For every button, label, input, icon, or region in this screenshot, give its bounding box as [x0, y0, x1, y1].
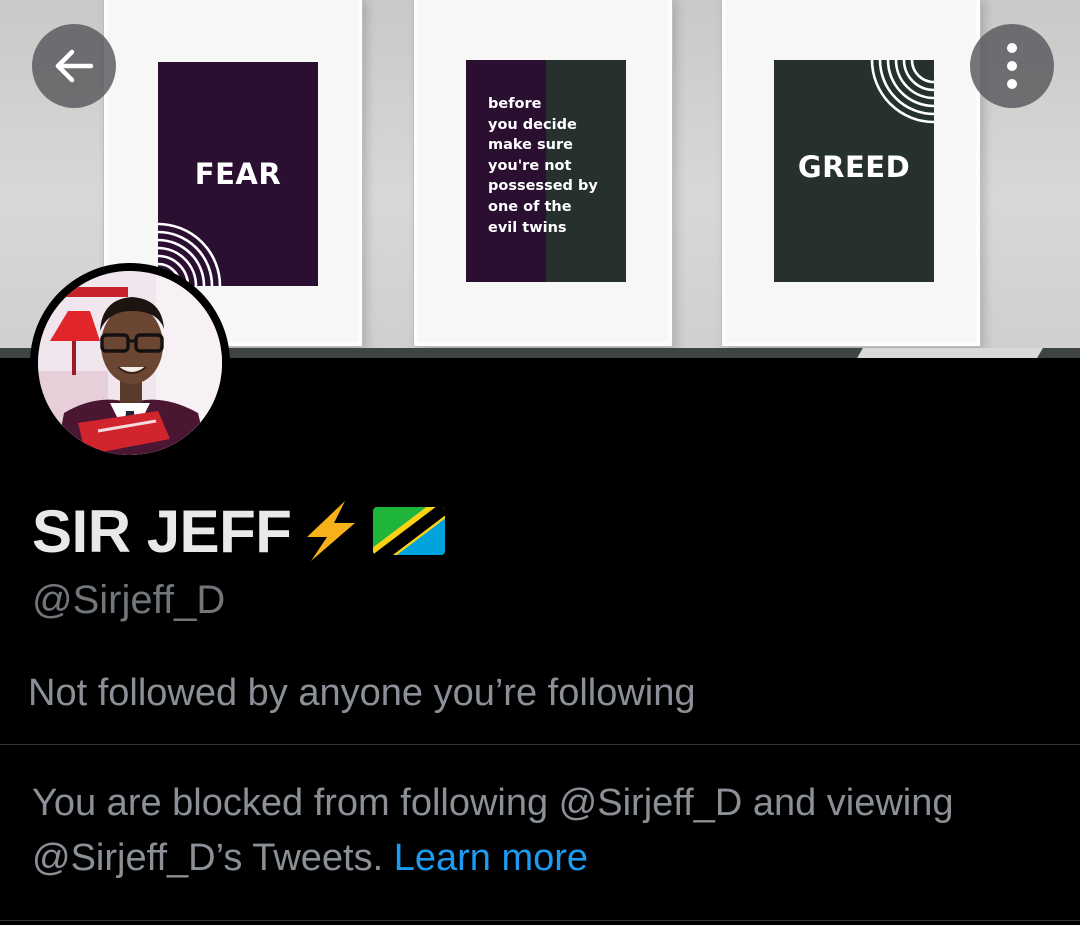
back-button[interactable] [32, 24, 116, 108]
picture-frame: GREED [722, 0, 980, 346]
poster-word: FEAR [194, 157, 282, 191]
more-vertical-icon [1007, 43, 1017, 89]
profile-handle: @Sirjeff_D [32, 578, 226, 622]
arrow-left-icon [55, 49, 94, 83]
picture-frame: before you decide make sure you're not p… [414, 0, 672, 346]
poster-greed: GREED [774, 60, 934, 282]
blocked-notice: You are blocked from following @Sirjeff_… [32, 776, 1052, 886]
divider [0, 920, 1080, 921]
learn-more-link[interactable]: Learn more [394, 837, 588, 879]
tanzania-flag-emoji [373, 507, 446, 555]
display-name: SIR JEFF [32, 497, 292, 565]
poster-evil-twins: before you decide make sure you're not p… [466, 60, 626, 282]
poster-fear: FEAR [158, 62, 318, 286]
avatar[interactable] [30, 263, 230, 463]
divider [0, 744, 1080, 745]
arcs-graphic [870, 60, 934, 124]
more-options-button[interactable] [970, 24, 1054, 108]
followers-you-know-note: Not followed by anyone you’re following [28, 672, 696, 714]
display-name-row: SIR JEFF [32, 496, 447, 566]
lightning-bolt-emoji [307, 501, 356, 561]
poster-word: GREED [797, 150, 911, 184]
poster-quote: before you decide make sure you're not p… [488, 96, 598, 236]
avatar-photo [38, 271, 222, 455]
